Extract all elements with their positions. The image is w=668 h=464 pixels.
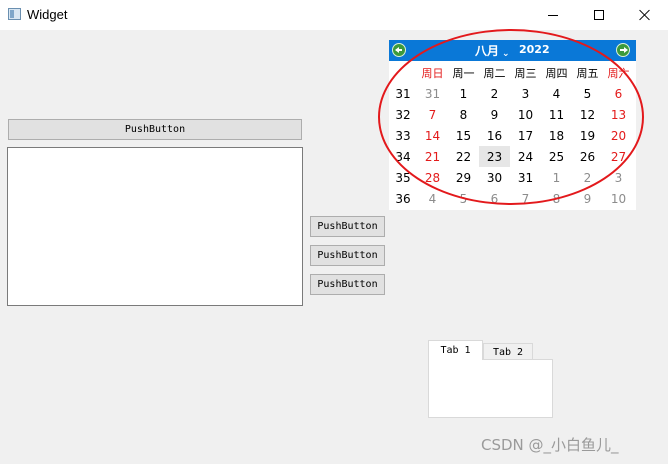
text-edit-area[interactable]	[7, 147, 303, 306]
tab-content-pane	[428, 359, 553, 418]
minimize-icon	[548, 14, 558, 16]
close-icon	[639, 9, 651, 21]
push-button-2[interactable]: PushButton	[310, 245, 385, 266]
week-number: 36	[395, 191, 411, 206]
minimize-button[interactable]	[530, 0, 576, 30]
push-button-3[interactable]: PushButton	[310, 274, 385, 295]
prev-month-button[interactable]	[392, 43, 406, 57]
window-title: Widget	[27, 7, 68, 22]
watermark: CSDN @_小白鱼儿_	[481, 436, 619, 454]
tab-bar: Tab 1 Tab 2	[428, 340, 558, 360]
app-window-icon	[8, 8, 21, 20]
calendar-day[interactable]: 10	[603, 188, 634, 209]
red-circle-annotation	[378, 29, 644, 205]
maximize-icon	[594, 10, 604, 20]
push-button-1[interactable]: PushButton	[310, 216, 385, 237]
maximize-button[interactable]	[576, 0, 622, 30]
tab-1[interactable]: Tab 1	[428, 340, 483, 360]
push-button-top[interactable]: PushButton	[8, 119, 302, 140]
title-bar: Widget	[0, 0, 668, 30]
close-button[interactable]	[622, 0, 668, 30]
next-month-button[interactable]	[616, 43, 630, 57]
tab-2[interactable]: Tab 2	[483, 343, 533, 360]
